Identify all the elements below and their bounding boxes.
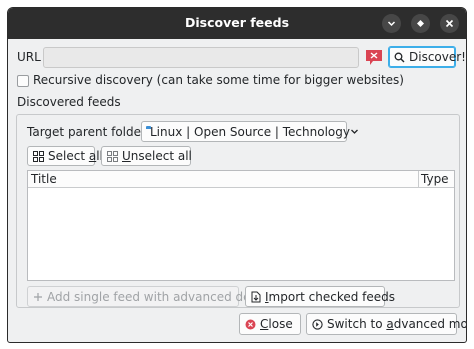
select-all-mnemonic: a [88, 149, 97, 163]
discover-button[interactable]: Discover! [388, 46, 466, 68]
close-suffix: lose [268, 317, 293, 331]
select-all-prefix: Select [48, 149, 89, 163]
import-suffix: mport checked feeds [268, 289, 396, 304]
switch-icon [312, 318, 323, 330]
close-window-button[interactable] [440, 14, 459, 33]
feeds-table-header: Title Type [28, 171, 454, 188]
column-divider [418, 171, 419, 187]
select-all-icon [33, 150, 44, 162]
unselect-all-mnemonic: U [122, 149, 131, 163]
advanced-mnemonic: a [386, 317, 394, 331]
add-single-feed-label: Add single feed with advanced details [47, 289, 276, 304]
unselect-all-icon [107, 150, 118, 162]
chevron-down-icon [387, 21, 396, 27]
unselect-all-suffix: nselect all [130, 149, 192, 163]
target-folder-combo[interactable]: Linux | Open Source | Technology [141, 121, 358, 142]
advanced-prefix: Switch to [327, 317, 387, 331]
discovered-feeds-group: Target parent folder Linux | Open Source… [16, 114, 460, 308]
target-folder-label: Target parent folder [27, 125, 146, 139]
url-input[interactable] [43, 47, 359, 68]
close-mnemonic: C [260, 317, 269, 331]
close-button[interactable]: Close [239, 313, 301, 335]
close-icon [445, 19, 454, 28]
column-type[interactable]: Type [421, 172, 449, 186]
error-flag-icon [365, 48, 383, 66]
select-all-button[interactable]: Select a ll [27, 146, 103, 166]
column-title[interactable]: Title [31, 172, 57, 186]
discover-feeds-dialog: Discover feeds URL Discover! Recursive d… [7, 7, 467, 343]
advanced-suffix: dvanced mode [393, 317, 467, 331]
plus-icon [33, 292, 43, 302]
minimize-button[interactable] [382, 14, 401, 33]
switch-advanced-mode-button[interactable]: Switch to advanced mode [306, 313, 466, 335]
search-icon [394, 52, 405, 63]
import-checked-feeds-button[interactable]: Import checked feeds [245, 286, 395, 307]
feeds-table[interactable]: Title Type [27, 170, 455, 281]
maximize-button[interactable] [411, 14, 430, 33]
url-label: URL [17, 50, 41, 64]
recursive-label[interactable]: Recursive discovery (can take some time … [33, 73, 404, 87]
discover-button-label: Discover! [409, 50, 466, 64]
add-single-feed-button[interactable]: Add single feed with advanced details [27, 286, 276, 307]
recursive-checkbox[interactable] [17, 75, 29, 87]
target-folder-value: Linux | Open Source | Technology [150, 124, 350, 139]
discovered-feeds-label: Discovered feeds [17, 95, 121, 109]
close-circle-icon [245, 319, 256, 330]
import-icon [251, 291, 261, 303]
unselect-all-button[interactable]: Unselect all [101, 146, 192, 166]
chevron-down-icon [350, 125, 359, 139]
maximize-icon [417, 20, 424, 27]
titlebar: Discover feeds [8, 8, 466, 39]
